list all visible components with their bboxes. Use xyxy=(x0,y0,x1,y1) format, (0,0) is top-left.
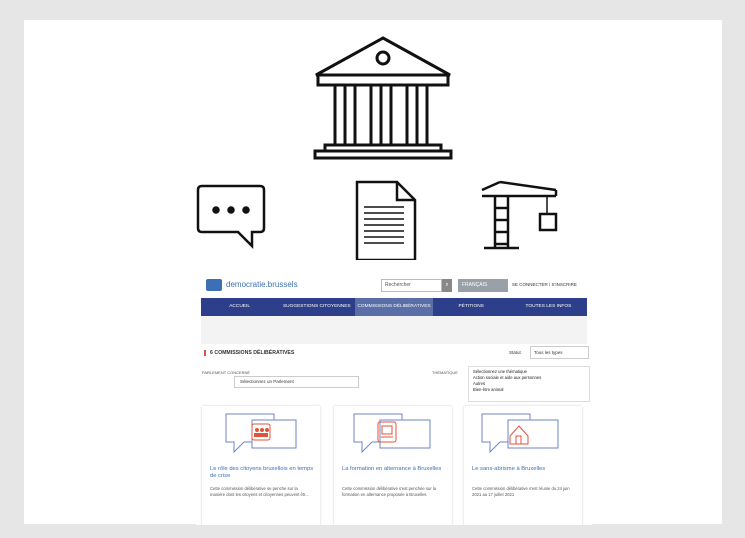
card-title[interactable]: Le sans-abrisme à Bruxelles xyxy=(472,466,576,473)
nav-item-commissions[interactable]: COMMISSIONS DÉLIBÉRATIVES xyxy=(355,298,433,316)
construction-crane-icon xyxy=(481,180,558,250)
parliament-label: PARLEMENT CONCERNÉ xyxy=(202,370,251,375)
icon-row xyxy=(196,36,558,260)
card-title[interactable]: Le rôle des citoyens bruxellois en temps… xyxy=(210,466,314,480)
theme-label: THÉMATIQUE xyxy=(432,370,458,375)
parliament-select[interactable]: Sélectionnez un Parlement xyxy=(234,376,359,388)
nav-item-petitions[interactable]: PÉTITIONS xyxy=(433,298,510,316)
card-desc: Cette commission délibérative s'est penc… xyxy=(342,486,437,497)
statut-label: Statut xyxy=(509,350,521,355)
commission-card[interactable]: Le rôle des citoyens bruxellois en temps… xyxy=(202,406,320,525)
government-building-icon xyxy=(313,36,453,160)
nav-item-accueil[interactable]: ACCUEIL xyxy=(201,298,278,316)
commission-card[interactable]: Le sans-abrisme à Bruxelles Cette commis… xyxy=(464,406,582,525)
document-icon xyxy=(355,180,417,260)
training-bubble-icon xyxy=(353,413,431,454)
site-header: democratie.brussels Rechercher ⌕ FRANÇAI… xyxy=(196,270,592,298)
login-link[interactable]: SE CONNECTER / S'INSCRIRE xyxy=(512,282,577,287)
language-select[interactable]: FRANÇAIS xyxy=(458,279,508,292)
search-input[interactable]: Rechercher xyxy=(381,279,442,292)
nav-item-infos[interactable]: TOUTES LES INFOS xyxy=(510,298,587,316)
main-nav: ACCUEIL SUGGESTIONS CITOYENNES COMMISSIO… xyxy=(201,298,587,316)
site-logo-text[interactable]: democratie.brussels xyxy=(226,280,298,289)
homeless-bubble-icon xyxy=(481,413,559,454)
commission-card[interactable]: La formation en alternance à Bruxelles C… xyxy=(334,406,452,525)
search-icon[interactable]: ⌕ xyxy=(442,279,452,292)
website-screenshot: democratie.brussels Rechercher ⌕ FRANÇAI… xyxy=(196,270,592,525)
theme-list[interactable]: Sélectionnez une thématique Action socia… xyxy=(468,366,590,402)
logo-icon xyxy=(206,279,222,291)
card-title[interactable]: La formation en alternance à Bruxelles xyxy=(342,466,446,473)
nav-item-suggestions[interactable]: SUGGESTIONS CITOYENNES xyxy=(278,298,355,316)
section-title: 6 COMMISSIONS DÉLIBÉRATIVES xyxy=(204,350,294,356)
card-desc: Cette commission délibérative se penche … xyxy=(210,486,309,497)
statut-select[interactable]: Tous les types xyxy=(530,346,589,359)
card-desc: Cette commission délibérative s'est réun… xyxy=(472,486,570,497)
chat-bubble-icon xyxy=(196,184,266,250)
crowd-bubble-icon xyxy=(225,413,297,454)
banner-strip xyxy=(201,316,587,344)
commission-cards: Le rôle des citoyens bruxellois en temps… xyxy=(196,406,592,525)
theme-option[interactable]: Bien-être animal xyxy=(473,387,585,393)
